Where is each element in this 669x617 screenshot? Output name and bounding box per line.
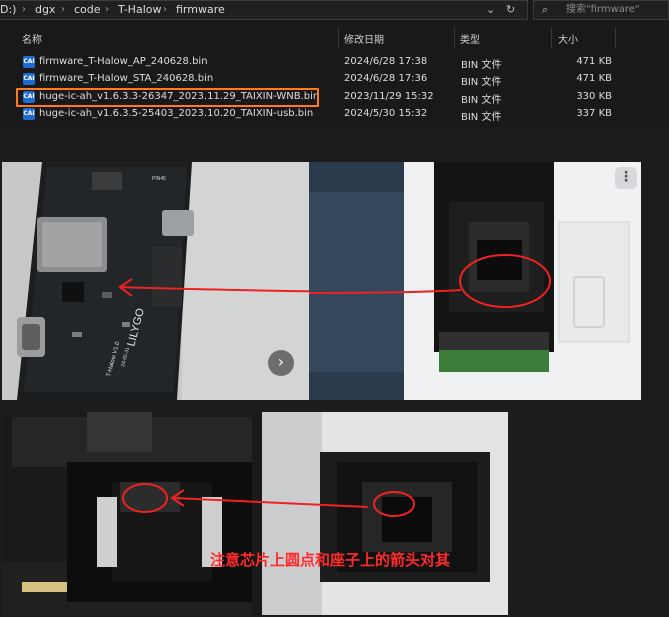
socket-photo xyxy=(309,162,641,400)
bin-file-icon: CAI xyxy=(23,108,35,120)
file-row[interactable]: CAI huge-ic-ah_v1.6.3.5-25403_2023.10.20… xyxy=(0,106,669,123)
board-photo-drawing: LILYGO T-Halow V1.0 24-05-31 PIN45 xyxy=(2,162,309,400)
column-divider[interactable] xyxy=(454,28,455,48)
alignment-annotation: 注意芯片上圆点和座子上的箭头对其 xyxy=(210,551,451,569)
search-icon: ⌕ xyxy=(542,3,549,16)
column-divider[interactable] xyxy=(338,28,339,48)
file-modified: 2024/6/28 17:36 xyxy=(344,73,428,84)
breadcrumb-drive[interactable]: D:) xyxy=(0,1,16,19)
file-modified: 2024/5/30 15:32 xyxy=(344,108,428,119)
file-row[interactable]: CAI firmware_T-Halow_AP_240628.bin 2024/… xyxy=(0,54,669,71)
bin-file-icon: CAI xyxy=(23,56,35,68)
breadcrumb-t-halow[interactable]: T-Halow xyxy=(118,1,161,19)
chevron-right-icon: › xyxy=(105,4,109,15)
file-name: firmware_T-Halow_STA_240628.bin xyxy=(39,73,214,84)
socket-photo-drawing xyxy=(309,162,641,400)
file-type: BIN 文件 xyxy=(461,112,502,123)
bin-file-icon: CAI xyxy=(23,73,35,85)
more-options-button[interactable]: ⋮ xyxy=(615,167,637,189)
file-type: BIN 文件 xyxy=(461,77,502,88)
file-size: 471 KB xyxy=(576,56,612,67)
file-name: firmware_T-Halow_AP_240628.bin xyxy=(39,56,208,67)
board-photo: LILYGO T-Halow V1.0 24-05-31 PIN45 xyxy=(2,162,309,400)
chevron-right-icon: › xyxy=(61,4,65,15)
column-divider[interactable] xyxy=(551,28,552,48)
column-header-type[interactable]: 类型 xyxy=(460,31,480,46)
column-divider[interactable] xyxy=(615,28,616,48)
file-size: 330 KB xyxy=(576,91,612,102)
file-size: 471 KB xyxy=(576,73,612,84)
breadcrumb-code[interactable]: code xyxy=(74,1,101,19)
column-header-size[interactable]: 大小 xyxy=(558,31,578,46)
next-image-button[interactable]: › xyxy=(268,350,294,376)
silkscreen-pin: PIN45 xyxy=(152,176,166,182)
address-bar[interactable]: D:) › dgx › code › T-Halow › firmware ⌄ … xyxy=(0,0,528,20)
file-name: huge-ic-ah_v1.6.3.5-25403_2023.10.20_TAI… xyxy=(39,108,314,119)
search-box[interactable]: ⌕ 搜索"firmware" xyxy=(533,0,669,20)
refresh-icon[interactable]: ↻ xyxy=(506,1,515,19)
file-explorer: D:) › dgx › code › T-Halow › firmware ⌄ … xyxy=(0,0,669,128)
column-header-modified[interactable]: 修改日期 xyxy=(344,31,384,46)
breadcrumb-firmware[interactable]: firmware xyxy=(176,1,225,19)
highlight-box xyxy=(16,88,319,107)
breadcrumb-dgx[interactable]: dgx xyxy=(35,1,55,19)
file-modified: 2024/6/28 17:38 xyxy=(344,56,428,67)
column-header-name[interactable]: 名称 xyxy=(22,31,42,46)
search-placeholder: 搜索"firmware" xyxy=(566,4,640,15)
chevron-right-icon: › xyxy=(163,4,167,15)
chevron-right-icon: › xyxy=(22,4,26,15)
file-type: BIN 文件 xyxy=(461,60,502,71)
alignment-photo-drawing xyxy=(2,412,508,615)
file-modified: 2023/11/29 15:32 xyxy=(344,91,434,102)
file-size: 337 KB xyxy=(576,108,612,119)
chevron-down-icon[interactable]: ⌄ xyxy=(486,1,495,19)
file-row[interactable]: CAI firmware_T-Halow_STA_240628.bin 2024… xyxy=(0,71,669,88)
column-headers: 名称 修改日期 类型 大小 xyxy=(0,28,669,48)
alignment-photo xyxy=(2,412,508,615)
file-type: BIN 文件 xyxy=(461,95,502,106)
